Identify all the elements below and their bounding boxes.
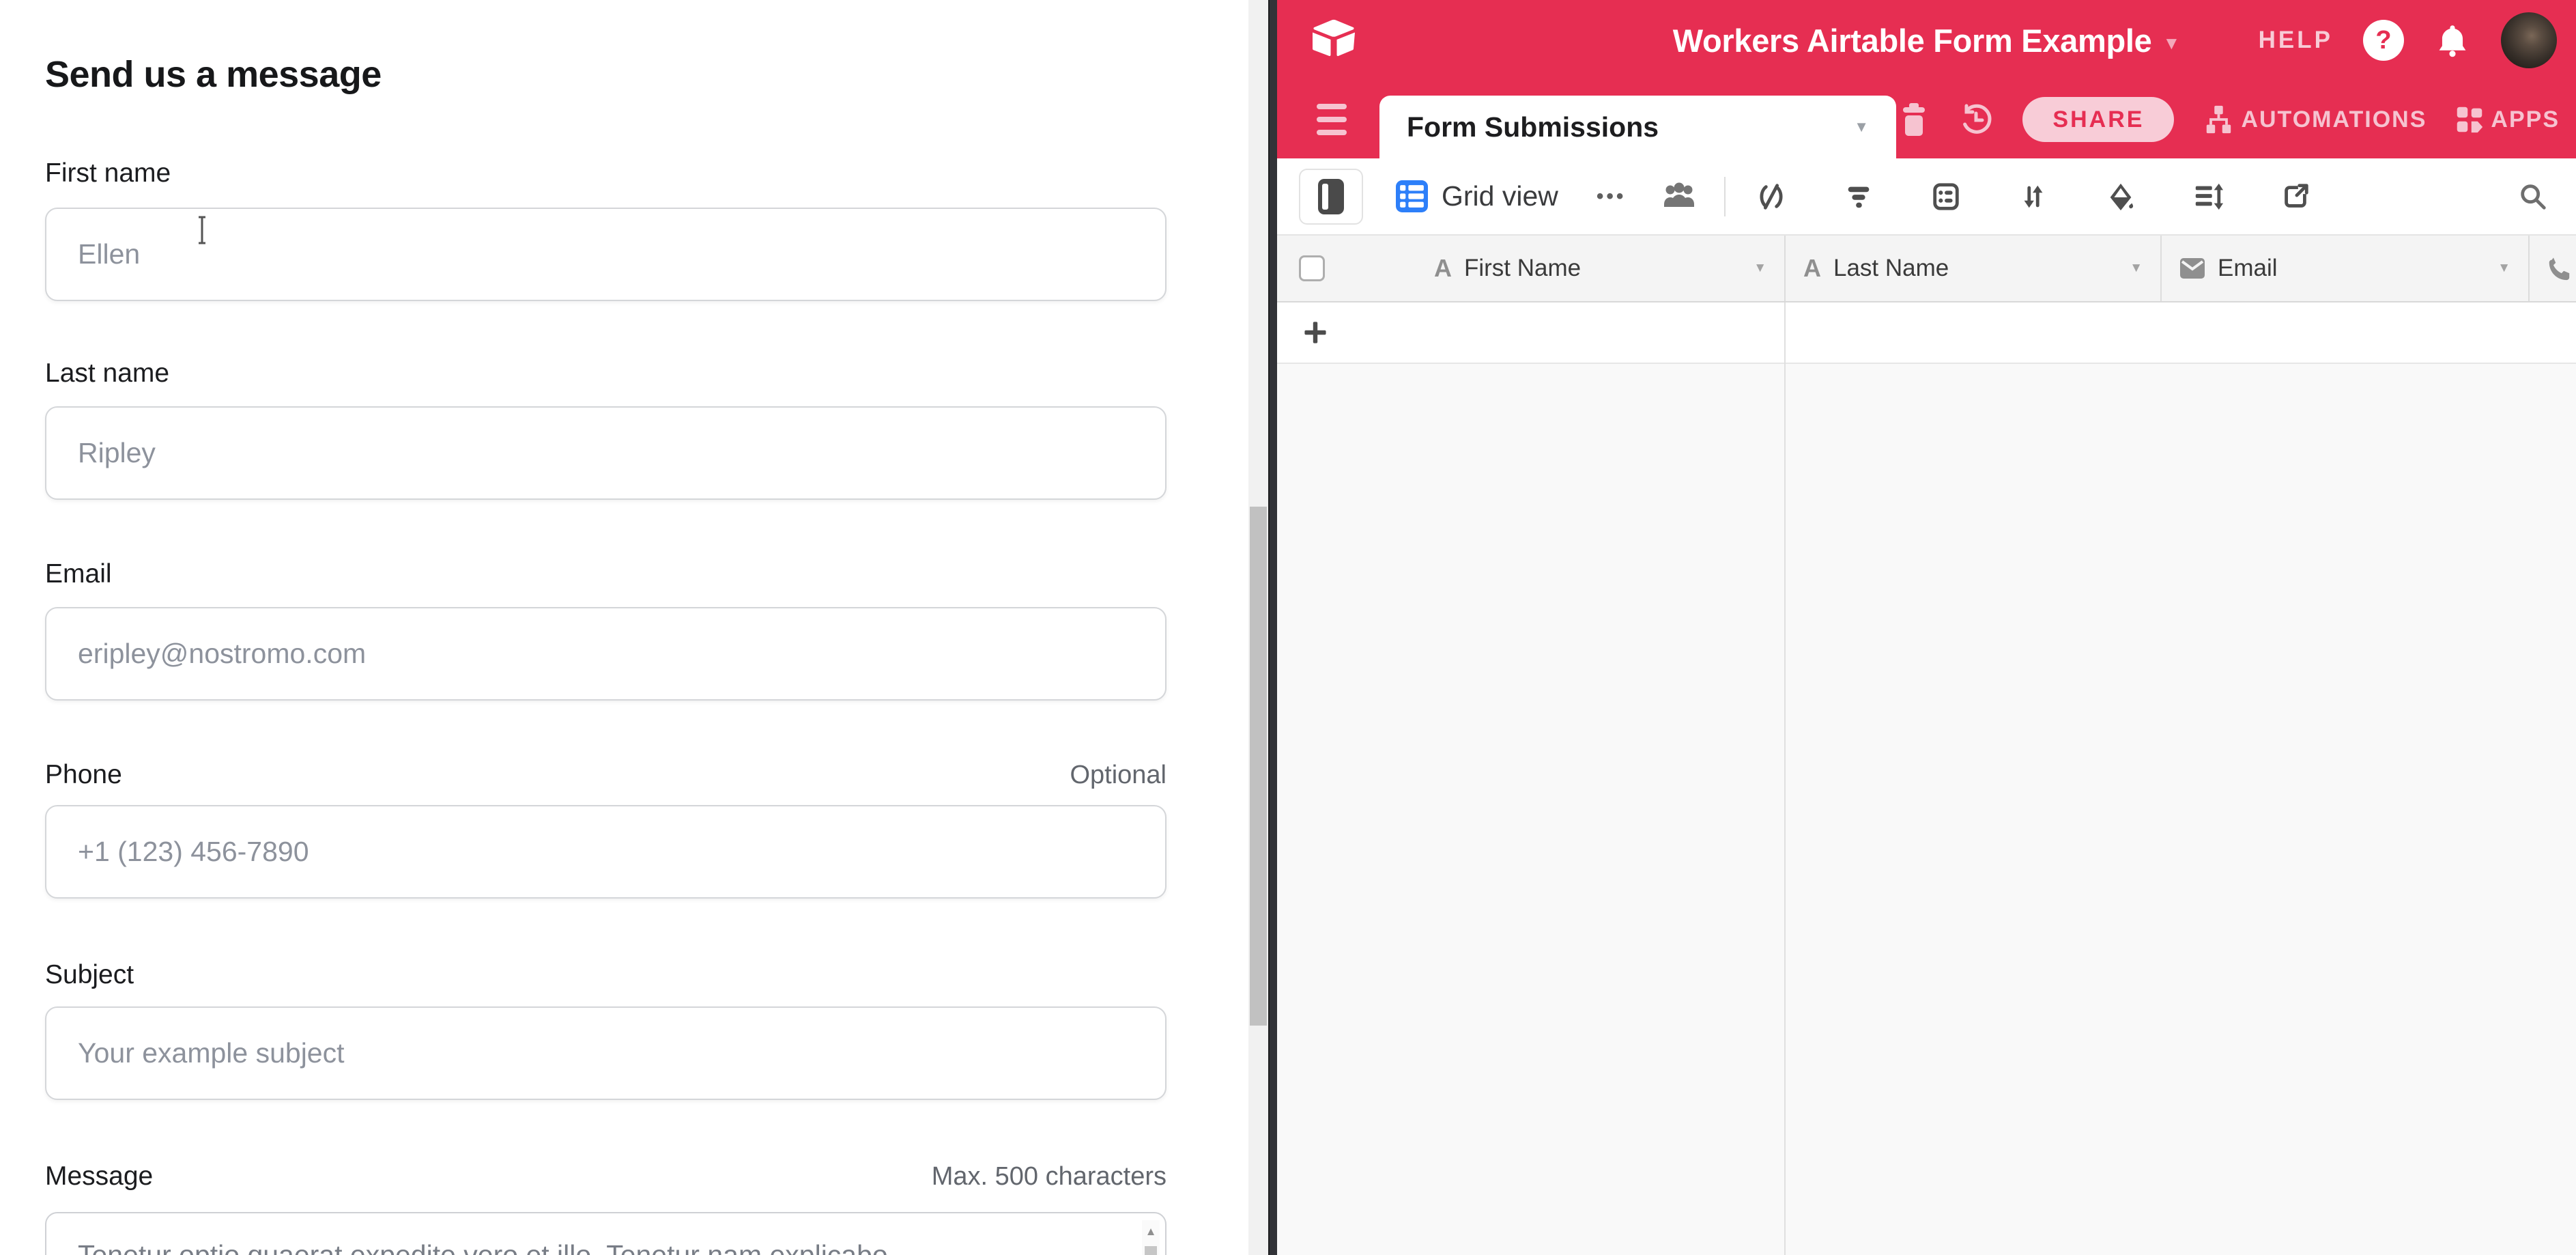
form-title: Send us a message (45, 53, 382, 96)
column-header-last-name[interactable]: A Last Name ▼ (1786, 236, 2162, 301)
column-name: Last Name (1833, 255, 1949, 282)
apps-label: APPS (2491, 107, 2560, 133)
scroll-up-arrow-icon[interactable]: ▲ (1142, 1220, 1160, 1243)
active-table-name: Form Submissions (1407, 111, 1659, 143)
email-input[interactable] (45, 607, 1167, 701)
base-title-caret-icon: ▼ (2163, 27, 2181, 54)
airtable-topbar: Workers Airtable Form Example ▼ HELP ? (1277, 0, 2576, 81)
text-cursor-ibeam (197, 214, 207, 246)
tab-form-submissions[interactable]: Form Submissions ▼ (1379, 96, 1896, 158)
automations-icon (2203, 104, 2234, 135)
column-caret-icon[interactable]: ▼ (1754, 261, 1766, 276)
first-name-label: First name (45, 158, 171, 188)
field-subject: Subject (45, 960, 1167, 990)
base-title[interactable]: Workers Airtable Form Example (1673, 22, 2152, 59)
message-scrollbar[interactable]: ▲ (1142, 1220, 1160, 1255)
sort-icon[interactable] (2018, 181, 2049, 212)
first-name-input[interactable] (45, 208, 1167, 301)
help-button[interactable]: HELP (2259, 27, 2333, 54)
user-avatar[interactable] (2501, 12, 2557, 68)
topbar-right-cluster: HELP ? (2259, 0, 2557, 81)
view-sidebar-toggle-button[interactable] (1299, 169, 1363, 225)
apps-button[interactable]: APPS (2455, 105, 2560, 134)
history-icon[interactable] (1958, 102, 1994, 137)
message-label: Message (45, 1161, 153, 1191)
tabbar-right-cluster: SHARE AUTOMATIONS APPS (1898, 81, 2560, 158)
email-field-icon (2179, 257, 2205, 279)
view-name: Grid view (1442, 180, 1558, 212)
text-field-icon: A (1434, 254, 1452, 283)
share-label: SHARE (2052, 107, 2144, 133)
column-name: Email (2218, 255, 2278, 282)
share-view-icon[interactable] (2280, 181, 2311, 212)
group-icon[interactable] (1930, 181, 1962, 212)
grid-view-button[interactable]: Grid view (1396, 180, 1558, 212)
column-name: First Name (1464, 255, 1581, 282)
window-divider (1268, 0, 1277, 1255)
select-all-checkbox[interactable] (1299, 255, 1325, 281)
field-phone: Phone Optional (45, 760, 1167, 790)
trash-icon[interactable] (1898, 102, 1930, 137)
add-record-row[interactable] (1277, 302, 2576, 364)
row-height-icon[interactable] (2192, 181, 2224, 212)
message-maxchars-hint: Max. 500 characters (932, 1162, 1167, 1191)
frozen-column-divider (1784, 302, 1786, 1255)
view-config-icons (1756, 181, 2311, 212)
field-first-name: First name (45, 158, 1167, 188)
email-label: Email (45, 559, 112, 589)
hide-fields-icon[interactable] (1756, 181, 1787, 212)
notifications-bell-icon[interactable] (2434, 22, 2471, 59)
grid-view-icon (1396, 180, 1428, 212)
tables-menu-icon[interactable] (1317, 104, 1347, 135)
apps-icon (2455, 105, 2484, 134)
view-toolbar: Grid view ••• (1277, 158, 2576, 236)
table-caret-icon[interactable]: ▼ (1854, 118, 1869, 136)
column-caret-icon[interactable]: ▼ (2498, 261, 2510, 276)
contact-form-pane: Send us a message First name Last name E… (0, 0, 1268, 1255)
filter-icon[interactable] (1843, 181, 1874, 212)
column-header-email[interactable]: Email ▼ (2162, 236, 2530, 301)
column-caret-icon[interactable]: ▼ (2130, 261, 2143, 276)
automations-button[interactable]: AUTOMATIONS (2203, 104, 2427, 135)
help-question-icon[interactable]: ? (2363, 20, 2404, 61)
screen: Send us a message First name Last name E… (0, 0, 2576, 1255)
search-icon[interactable] (2517, 181, 2549, 212)
grid-header-row: A First Name ▼ A Last Name ▼ Email ▼ (1277, 236, 2576, 302)
message-textarea[interactable]: Tenetur optio quaerat expedite vero et i… (45, 1212, 1167, 1255)
table-tabs-bar: Form Submissions ▼ (1277, 81, 2576, 158)
phone-field-icon (2546, 255, 2572, 281)
message-text: Tenetur optio quaerat expedite vero et i… (78, 1235, 1111, 1255)
last-name-label: Last name (45, 358, 169, 389)
airtable-pane: Workers Airtable Form Example ▼ HELP ? F… (1277, 0, 2576, 1255)
toolbar-divider (1724, 177, 1726, 216)
column-header-first-name[interactable]: A First Name ▼ (1277, 236, 1786, 301)
view-options-ellipsis-button[interactable]: ••• (1597, 185, 1627, 208)
subject-label: Subject (45, 960, 134, 990)
text-field-icon: A (1803, 254, 1821, 283)
grid-empty-area (1277, 364, 2576, 1255)
add-record-plus-icon[interactable] (1300, 318, 1330, 348)
automations-label: AUTOMATIONS (2241, 107, 2427, 133)
collaborators-icon[interactable] (1661, 181, 1697, 212)
field-message: Message Max. 500 characters Tenetur opti… (45, 1161, 1167, 1191)
share-button[interactable]: SHARE (2022, 97, 2174, 142)
field-email: Email (45, 559, 1167, 589)
last-name-input[interactable] (45, 406, 1167, 500)
message-scrollbar-thumb[interactable] (1145, 1246, 1157, 1255)
subject-input[interactable] (45, 1006, 1167, 1100)
column-header-phone[interactable]: Phone (2530, 236, 2576, 301)
phone-input[interactable] (45, 805, 1167, 899)
page-scrollbar-thumb[interactable] (1250, 507, 1267, 1026)
phone-label: Phone (45, 760, 122, 790)
color-icon[interactable] (2105, 181, 2136, 212)
phone-optional-hint: Optional (1070, 761, 1167, 790)
sidebar-toggle-icon (1317, 178, 1345, 216)
field-last-name: Last name (45, 358, 1167, 389)
page-scrollbar[interactable] (1248, 0, 1268, 1255)
